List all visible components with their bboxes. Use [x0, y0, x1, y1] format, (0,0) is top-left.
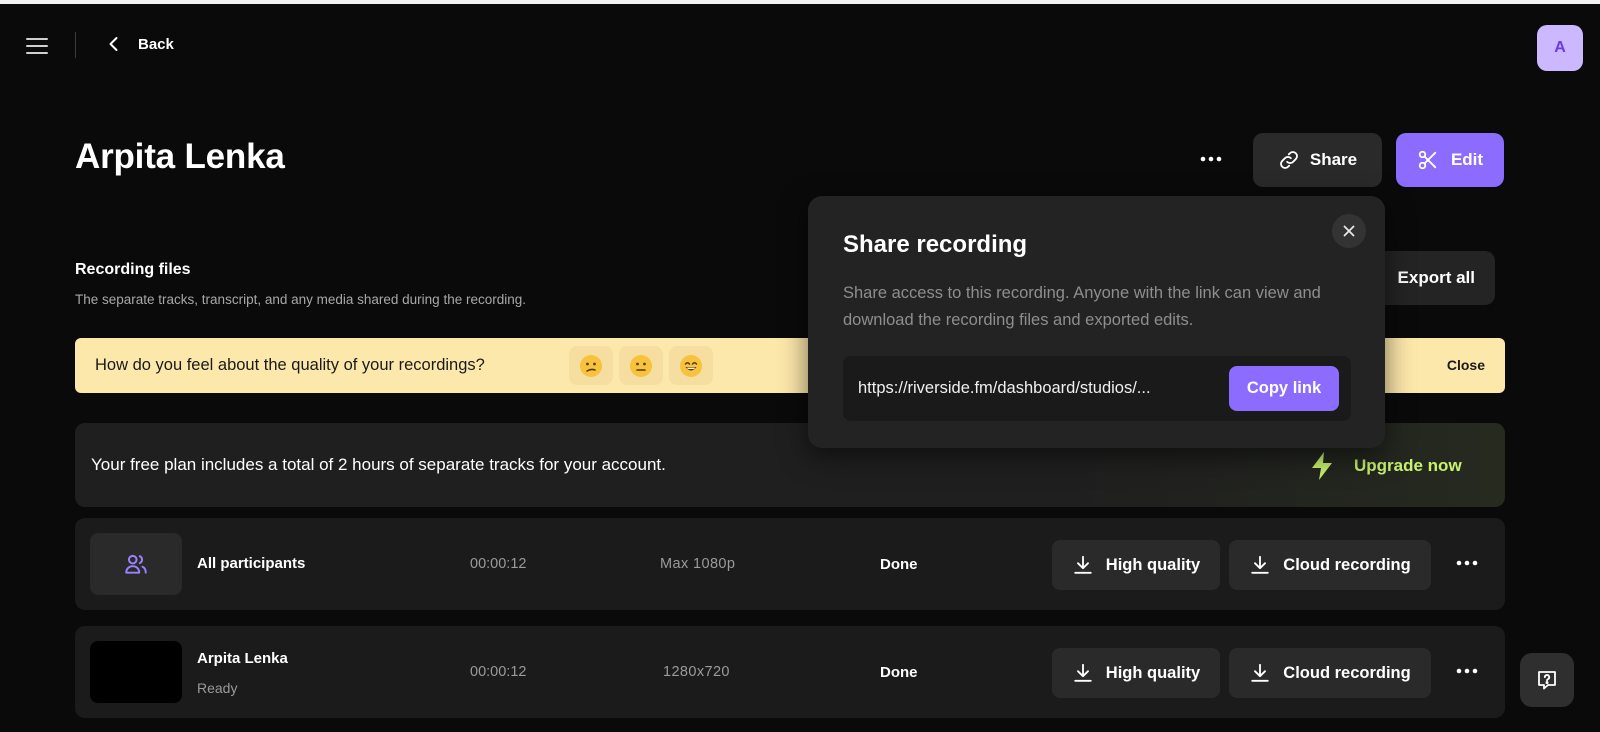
avatar[interactable]: A: [1537, 25, 1583, 71]
high-quality-label: High quality: [1105, 555, 1201, 574]
users-icon: [125, 554, 147, 574]
cloud-recording-label: Cloud recording: [1283, 663, 1411, 682]
popover-close-button[interactable]: [1332, 214, 1366, 248]
share-button[interactable]: Share: [1253, 133, 1382, 187]
track-duration: 00:00:12: [470, 664, 527, 680]
more-options-icon[interactable]: [1453, 554, 1481, 572]
high-quality-label: High quality: [1105, 663, 1201, 682]
download-cloud-recording-button[interactable]: Cloud recording: [1229, 648, 1431, 698]
popover-description: Share access to this recording. Anyone w…: [843, 284, 1321, 329]
track-thumbnail: [90, 533, 182, 595]
copy-link-button[interactable]: Copy link: [1229, 366, 1339, 411]
track-name: All participants: [197, 555, 306, 572]
track-resolution: 1280x720: [663, 664, 730, 680]
track-name: Arpita Lenka: [197, 650, 288, 667]
download-icon: [1251, 555, 1269, 574]
feedback-question: How do you feel about the quality of you…: [95, 356, 485, 374]
track-duration: 00:00:12: [470, 556, 527, 572]
share-label: Share: [1309, 150, 1358, 169]
page-title: Arpita Lenka: [75, 137, 285, 176]
back-button[interactable]: Back: [104, 34, 174, 54]
top-border: [0, 0, 1600, 4]
track-video-thumbnail: [90, 641, 182, 703]
popover-title: Share recording: [843, 231, 1028, 258]
upgrade-text: Your free plan includes a total of 2 hou…: [91, 455, 666, 474]
track-row: Arpita Lenka Ready 00:00:12 1280x720 Don…: [75, 626, 1505, 718]
neutral-face-icon: [630, 354, 652, 377]
close-icon: [1343, 225, 1355, 237]
download-icon: [1074, 663, 1092, 682]
track-resolution: Max 1080p: [660, 556, 736, 572]
section-subtitle: The separate tracks, transcript, and any…: [75, 292, 526, 307]
edit-button[interactable]: Edit: [1396, 133, 1504, 187]
emoji-confused-button[interactable]: [569, 346, 613, 385]
divider: [75, 32, 76, 58]
track-row: All participants 00:00:12 Max 1080p Done…: [75, 518, 1505, 610]
more-options-icon[interactable]: [1197, 150, 1225, 168]
upgrade-now-link[interactable]: Upgrade now: [1354, 456, 1462, 476]
download-high-quality-button[interactable]: High quality: [1052, 648, 1220, 698]
download-icon: [1251, 663, 1269, 682]
download-icon: [1074, 555, 1092, 574]
link-icon: [1279, 151, 1298, 169]
cloud-recording-label: Cloud recording: [1283, 555, 1411, 574]
feedback-close-button[interactable]: Close: [1447, 357, 1485, 373]
scissors-icon: [1418, 150, 1437, 170]
help-button[interactable]: [1520, 653, 1574, 707]
confused-face-icon: [580, 354, 602, 377]
more-options-icon[interactable]: [1453, 662, 1481, 680]
share-link-box: https://riverside.fm/dashboard/studios/.…: [843, 356, 1351, 421]
lightning-icon: [1312, 452, 1332, 480]
track-status: Done: [880, 556, 918, 573]
track-status: Done: [880, 664, 918, 681]
happy-face-icon: [680, 354, 702, 377]
download-cloud-recording-button[interactable]: Cloud recording: [1229, 540, 1431, 590]
track-substatus: Ready: [197, 680, 238, 696]
share-recording-popover: Share recording Share access to this rec…: [808, 196, 1385, 448]
chevron-left-icon: [109, 37, 118, 51]
back-label: Back: [138, 35, 174, 53]
download-high-quality-button[interactable]: High quality: [1052, 540, 1220, 590]
emoji-happy-button[interactable]: [669, 346, 713, 385]
emoji-neutral-button[interactable]: [619, 346, 663, 385]
share-url[interactable]: https://riverside.fm/dashboard/studios/.…: [858, 379, 1208, 398]
section-title: Recording files: [75, 261, 191, 278]
export-all-label: Export all: [1397, 268, 1475, 287]
help-icon: [1538, 671, 1556, 690]
menu-icon[interactable]: [26, 38, 48, 54]
edit-label: Edit: [1450, 150, 1484, 169]
